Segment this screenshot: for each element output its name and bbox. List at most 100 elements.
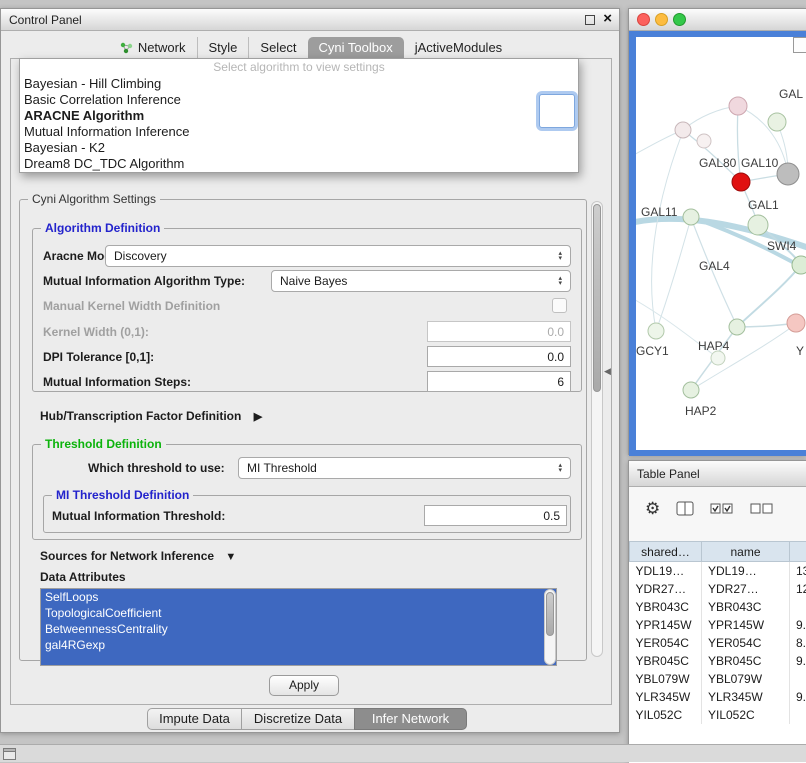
table-cell[interactable]: 9. (790, 688, 806, 706)
table-cell[interactable]: YER054C (630, 634, 702, 652)
table-row[interactable]: YDR27…YDR27…12 (630, 580, 806, 598)
column-header-name[interactable]: name (702, 542, 790, 562)
network-edge[interactable] (656, 218, 691, 331)
list-item-partial[interactable] (41, 653, 556, 665)
network-node[interactable] (748, 215, 768, 235)
network-edge[interactable] (652, 131, 683, 330)
network-node[interactable] (683, 209, 699, 225)
network-node[interactable] (683, 382, 699, 398)
table-cell[interactable]: YLR345W (702, 688, 790, 706)
network-node[interactable] (777, 163, 799, 185)
hub-definition-expander[interactable]: Hub/Transcription Factor Definition ▶ (40, 409, 262, 423)
table-cell[interactable]: YER054C (702, 634, 790, 652)
splitter-collapse-icon[interactable]: ◀ (604, 366, 611, 377)
settings-scrollbar[interactable] (591, 201, 603, 657)
network-node[interactable] (729, 97, 747, 115)
table-cell[interactable]: YPR145W (630, 616, 702, 634)
which-threshold-select[interactable]: MI Threshold ▴▾ (238, 457, 571, 479)
network-window-titlebar[interactable] (629, 9, 806, 31)
network-node[interactable] (711, 351, 725, 365)
table-cell[interactable] (790, 598, 806, 616)
network-node[interactable] (697, 134, 711, 148)
network-canvas[interactable]: GALGAL80GAL10GAL11GAL1SWI4GAL4GCY1HAP4HA… (636, 37, 806, 450)
table-cell[interactable]: YDL19… (702, 562, 790, 580)
birdseye-toggle-button[interactable] (793, 37, 806, 53)
table-cell[interactable]: YLR345W (630, 688, 702, 706)
column-header-cut[interactable] (790, 542, 806, 562)
table-cell[interactable]: YBR045C (630, 652, 702, 670)
network-node[interactable] (648, 323, 664, 339)
tab-style[interactable]: Style (197, 37, 249, 59)
network-node[interactable] (792, 256, 806, 274)
float-panel-icon[interactable] (585, 15, 595, 25)
minimized-panel-icon[interactable] (3, 748, 16, 760)
table-row[interactable]: YBR045CYBR045C9. (630, 652, 806, 670)
table-cell[interactable]: YIL052C (702, 706, 790, 724)
dpi-tolerance-field[interactable]: 0.0 (427, 346, 571, 367)
table-cell[interactable]: 13 (790, 562, 806, 580)
table-cell[interactable]: YBL079W (630, 670, 702, 688)
close-panel-icon[interactable]: × (603, 10, 612, 27)
table-row[interactable]: YDL19…YDL19…13 (630, 562, 806, 580)
list-item[interactable]: SelfLoops (41, 589, 556, 605)
table-cell[interactable]: YBL079W (702, 670, 790, 688)
table-row[interactable]: YER054CYER054C8. (630, 634, 806, 652)
apply-button[interactable]: Apply (269, 675, 339, 696)
table-cell[interactable]: 12 (790, 580, 806, 598)
data-attributes-list[interactable]: SelfLoops TopologicalCoefficient Between… (40, 588, 557, 666)
tab-jactivemodules[interactable]: jActiveModules (404, 37, 513, 59)
network-node[interactable] (768, 113, 786, 131)
table-cell[interactable] (790, 706, 806, 724)
list-scrollbar[interactable] (544, 589, 556, 665)
aracne-mode-select[interactable]: Discovery ▴▾ (105, 245, 571, 267)
table-cell[interactable]: YBR043C (630, 598, 702, 616)
network-node[interactable] (675, 122, 691, 138)
tab-cyni-toolbox[interactable]: Cyni Toolbox (308, 37, 404, 59)
table-row[interactable]: YLR345WYLR345W9. (630, 688, 806, 706)
tab-network[interactable]: Network (109, 37, 197, 59)
tab-impute-data[interactable]: Impute Data (147, 708, 242, 730)
table-cell[interactable]: YIL052C (630, 706, 702, 724)
table-cell[interactable]: YDR27… (702, 580, 790, 598)
list-item[interactable]: BetweennessCentrality (41, 621, 556, 637)
traffic-light-close-icon[interactable] (637, 13, 650, 26)
table-cell[interactable]: YBR043C (702, 598, 790, 616)
tab-select[interactable]: Select (248, 37, 307, 59)
table-cell[interactable] (790, 670, 806, 688)
table-cell[interactable]: 8. (790, 634, 806, 652)
traffic-light-minimize-icon[interactable] (655, 13, 668, 26)
dropdown-item[interactable]: Basic Correlation Inference (20, 92, 578, 108)
table-cell[interactable]: YDL19… (630, 562, 702, 580)
mi-threshold-field[interactable]: 0.5 (424, 505, 567, 526)
list-item[interactable]: TopologicalCoefficient (41, 605, 556, 621)
table-cell[interactable]: YDR27… (630, 580, 702, 598)
table-cell[interactable]: 9. (790, 652, 806, 670)
network-node[interactable] (729, 319, 745, 335)
table-row[interactable]: YPR145WYPR145W9. (630, 616, 806, 634)
traffic-light-zoom-icon[interactable] (673, 13, 686, 26)
table-cell[interactable]: YPR145W (702, 616, 790, 634)
network-edge[interactable] (737, 107, 741, 182)
select-all-columns-icon[interactable] (710, 503, 734, 515)
dropdown-item-selected[interactable]: ARACNE Algorithm (20, 108, 578, 124)
network-node[interactable] (732, 173, 750, 191)
mi-steps-field[interactable]: 6 (427, 371, 571, 392)
tab-infer-network[interactable]: Infer Network (354, 708, 467, 730)
network-graph[interactable]: GALGAL80GAL10GAL11GAL1SWI4GAL4GCY1HAP4HA… (636, 37, 806, 450)
table-row[interactable]: YBL079WYBL079W (630, 670, 806, 688)
show-columns-icon[interactable] (676, 501, 694, 516)
table-cell[interactable]: YBR045C (702, 652, 790, 670)
mi-type-select[interactable]: Naive Bayes ▴▾ (271, 270, 571, 292)
table-row[interactable]: YBR043CYBR043C (630, 598, 806, 616)
dropdown-item[interactable]: Bayesian - K2 (20, 140, 578, 156)
algorithm-combo-focus-fragment[interactable] (539, 94, 575, 128)
dropdown-item[interactable]: Bayesian - Hill Climbing (20, 76, 578, 92)
tab-discretize-data[interactable]: Discretize Data (241, 708, 355, 730)
dropdown-item[interactable]: Dream8 DC_TDC Algorithm (20, 156, 578, 172)
network-edge[interactable] (691, 324, 796, 390)
table-cell[interactable]: 9. (790, 616, 806, 634)
list-item[interactable]: gal4RGexp (41, 637, 556, 653)
network-node[interactable] (787, 314, 805, 332)
table-panel-titlebar[interactable]: Table Panel (629, 461, 806, 487)
unselect-all-columns-icon[interactable] (750, 503, 774, 515)
